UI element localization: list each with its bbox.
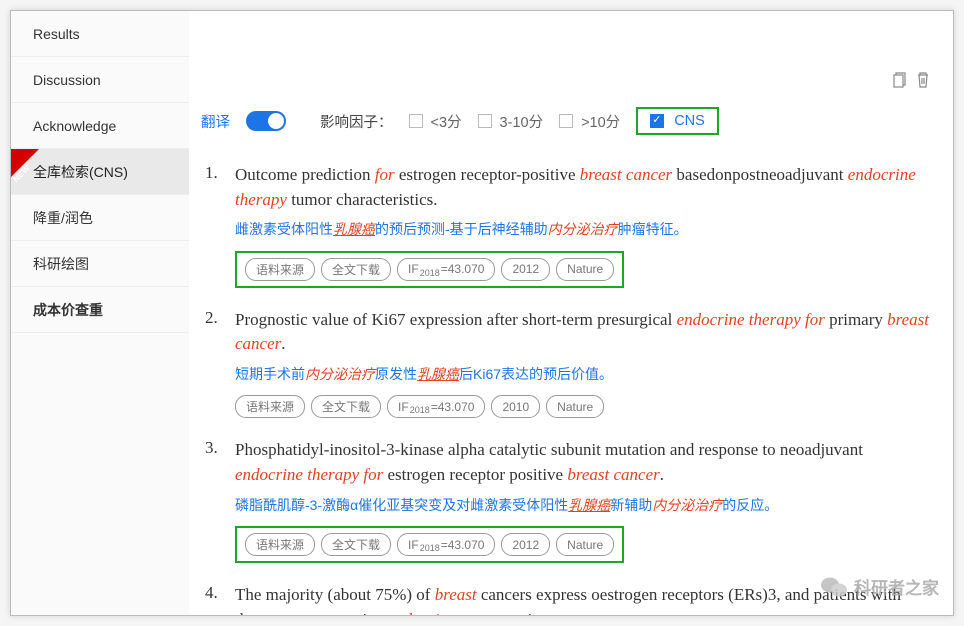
trash-icon[interactable] xyxy=(915,71,931,94)
filter-opt-cns[interactable]: CNS xyxy=(636,107,719,135)
result-title[interactable]: Prognostic value of Ki67 expression afte… xyxy=(235,308,935,357)
sidebar-item-discussion[interactable]: Discussion xyxy=(11,57,189,103)
pill-year[interactable]: 2012 xyxy=(501,258,550,281)
result-pills: 语料来源 全文下载 IF2018=43.070 2010 Nature xyxy=(235,395,935,418)
result-translation: 磷脂酰肌醇-3-激酶α催化亚基突变及对雌激素受体阳性乳腺癌新辅助内分泌治疗的反应… xyxy=(235,494,935,516)
top-action-icons xyxy=(891,71,931,94)
pill-year[interactable]: 2012 xyxy=(501,533,550,556)
result-number: 1. xyxy=(205,163,223,288)
result-number: 4. xyxy=(205,583,223,615)
sidebar-item-cns-search[interactable]: NEW 全库检索(CNS) xyxy=(11,149,189,195)
copy-icon[interactable] xyxy=(891,71,907,94)
result-pills: 语料来源 全文下载 IF2018=43.070 2012 Nature xyxy=(235,251,624,288)
pill-journal[interactable]: Nature xyxy=(546,395,604,418)
pill-impact-factor[interactable]: IF2018=43.070 xyxy=(397,533,495,556)
filter-row: 翻译 影响因子： <3分 3-10分 >10分 CNS xyxy=(199,107,935,135)
sidebar-item-label: 全库检索(CNS) xyxy=(33,164,128,180)
sidebar-item-results[interactable]: Results xyxy=(11,11,189,57)
pill-source[interactable]: 语料来源 xyxy=(245,258,315,281)
result-number: 3. xyxy=(205,438,223,563)
wechat-icon xyxy=(820,575,848,599)
result-title[interactable]: Phosphatidyl-inositol-3-kinase alpha cat… xyxy=(235,438,935,487)
pill-source[interactable]: 语料来源 xyxy=(235,395,305,418)
filter-opt-lt3[interactable]: <3分 xyxy=(409,111,462,132)
sidebar-item-plagiarism[interactable]: 成本价查重 xyxy=(11,287,189,333)
pill-impact-factor[interactable]: IF2018=43.070 xyxy=(387,395,485,418)
translate-toggle[interactable] xyxy=(246,111,286,131)
pill-download[interactable]: 全文下载 xyxy=(311,395,381,418)
sidebar-item-rewrite[interactable]: 降重/润色 xyxy=(11,195,189,241)
impact-factor-label: 影响因子： xyxy=(320,111,393,132)
result-title[interactable]: Outcome prediction for estrogen receptor… xyxy=(235,163,935,212)
check-icon xyxy=(650,114,664,128)
sidebar: Results Discussion Acknowledge NEW 全库检索(… xyxy=(11,11,189,615)
result-pills: 语料来源 全文下载 IF2018=43.070 2012 Nature xyxy=(235,526,624,563)
filter-opt-gt10[interactable]: >10分 xyxy=(559,111,620,132)
filter-opt-3-10[interactable]: 3-10分 xyxy=(478,111,544,132)
pill-journal[interactable]: Nature xyxy=(556,533,614,556)
new-badge: NEW xyxy=(11,149,39,177)
pill-source[interactable]: 语料来源 xyxy=(245,533,315,556)
pill-impact-factor[interactable]: IF2018=43.070 xyxy=(397,258,495,281)
pill-year[interactable]: 2010 xyxy=(491,395,540,418)
pill-journal[interactable]: Nature xyxy=(556,258,614,281)
sidebar-item-acknowledge[interactable]: Acknowledge xyxy=(11,103,189,149)
pill-download[interactable]: 全文下载 xyxy=(321,258,391,281)
result-number: 2. xyxy=(205,308,223,419)
sidebar-item-drawing[interactable]: 科研绘图 xyxy=(11,241,189,287)
translate-label: 翻译 xyxy=(201,111,230,132)
result-translation: 短期手术前内分泌治疗原发性乳腺癌后Ki67表达的预后价值。 xyxy=(235,363,935,385)
result-translation: 雌激素受体阳性乳腺癌的预后预测-基于后神经辅助内分泌治疗肿瘤特征。 xyxy=(235,218,935,240)
main-panel: 翻译 影响因子： <3分 3-10分 >10分 CNS 1. Outcome p… xyxy=(189,11,953,615)
app-window: Results Discussion Acknowledge NEW 全库检索(… xyxy=(10,10,954,616)
result-item: 1. Outcome prediction for estrogen recep… xyxy=(205,163,935,288)
watermark: 科研者之家 xyxy=(820,574,939,599)
results-list: 1. Outcome prediction for estrogen recep… xyxy=(199,163,935,615)
pill-download[interactable]: 全文下载 xyxy=(321,533,391,556)
result-item: 2. Prognostic value of Ki67 expression a… xyxy=(205,308,935,419)
result-item: 3. Phosphatidyl-inositol-3-kinase alpha … xyxy=(205,438,935,563)
